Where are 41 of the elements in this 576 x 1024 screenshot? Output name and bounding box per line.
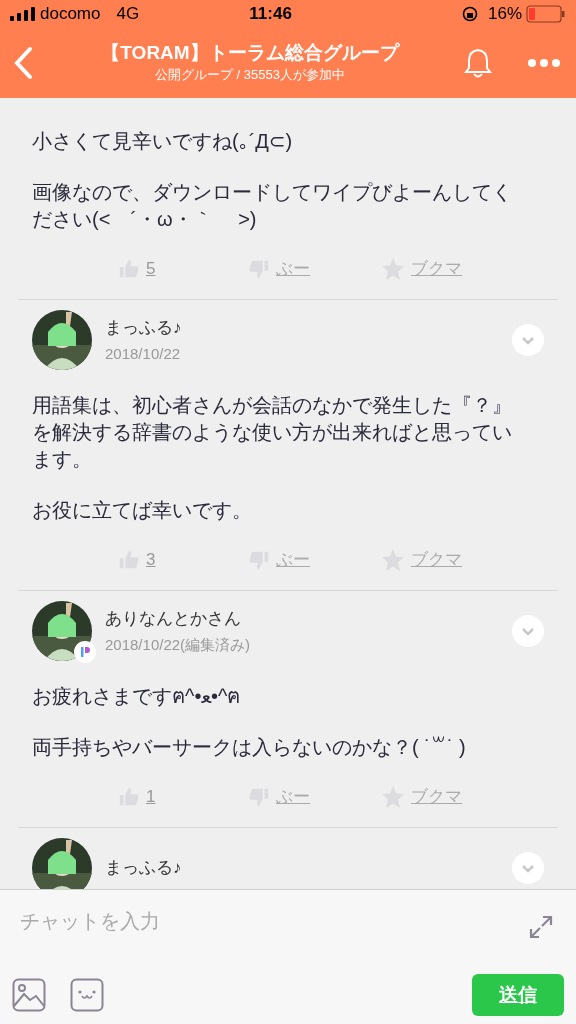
expand-button[interactable] bbox=[512, 324, 544, 356]
post-text: お疲れさまですฅ^•ﻌ•^ฅ bbox=[32, 684, 242, 709]
group-title: 【TORAM】トーラム総合グループ bbox=[101, 41, 399, 66]
post-text: 画像なので、ダウンロードしてワイプびよーんしてください(< ´・ω・｀ >) bbox=[32, 180, 513, 232]
dislike-button[interactable]: ぶー bbox=[248, 256, 381, 282]
bookmark-button[interactable]: ブクマ bbox=[381, 547, 462, 573]
bookmark-button[interactable]: ブクマ bbox=[381, 784, 462, 810]
network-label: 4G bbox=[116, 3, 140, 26]
face-icon[interactable] bbox=[70, 978, 104, 1012]
author-name: ありなんとかさん bbox=[105, 608, 242, 630]
post-date: 2018/10/22(編集済み) bbox=[105, 634, 252, 655]
author-name: まっふる♪ bbox=[105, 317, 183, 339]
dislike-button[interactable]: ぶー bbox=[248, 784, 381, 810]
expand-button[interactable] bbox=[512, 615, 544, 647]
clock: 11:46 bbox=[248, 3, 293, 26]
dislike-button[interactable]: ぶー bbox=[248, 547, 381, 573]
like-button[interactable]: 5 bbox=[118, 256, 248, 282]
send-button[interactable]: 送信 bbox=[472, 974, 564, 1016]
bookmark-button[interactable]: ブクマ bbox=[381, 256, 462, 282]
author-name: まっふる♪ bbox=[105, 857, 183, 880]
like-button[interactable]: 3 bbox=[118, 547, 248, 573]
bell-icon bbox=[463, 47, 493, 79]
more-icon bbox=[527, 58, 561, 68]
image-icon[interactable] bbox=[12, 978, 46, 1012]
back-icon bbox=[12, 46, 34, 80]
battery-icon bbox=[526, 5, 566, 23]
expand-icon[interactable] bbox=[528, 914, 554, 940]
rotation-lock-icon bbox=[461, 6, 478, 22]
carrier-label: docomo bbox=[40, 3, 101, 26]
battery-percent: 16% bbox=[487, 3, 522, 26]
expand-button[interactable] bbox=[512, 852, 544, 884]
signal-icon bbox=[10, 7, 36, 21]
post-date: 2018/10/22 bbox=[105, 343, 182, 364]
group-subtitle: 公開グループ / 35553人が参加中 bbox=[155, 66, 345, 85]
like-button[interactable]: 1 bbox=[118, 784, 248, 810]
badge-icon bbox=[74, 641, 96, 663]
post-text: 用語集は、初心者さんが会話のなかで発生した『？』を解決する辞書のような使い方が出来ればと思っています。 bbox=[32, 393, 513, 472]
chat-input[interactable]: チャットを入力 bbox=[12, 904, 528, 938]
post-text: 小さくて見辛いですね(｡´Д⊂) bbox=[32, 129, 294, 154]
post-text: お役に立てば幸いです。 bbox=[32, 498, 253, 523]
post-text: 両手持ちやバーサークは入らないのかな？( ˙꒳˙ ) bbox=[32, 735, 467, 760]
